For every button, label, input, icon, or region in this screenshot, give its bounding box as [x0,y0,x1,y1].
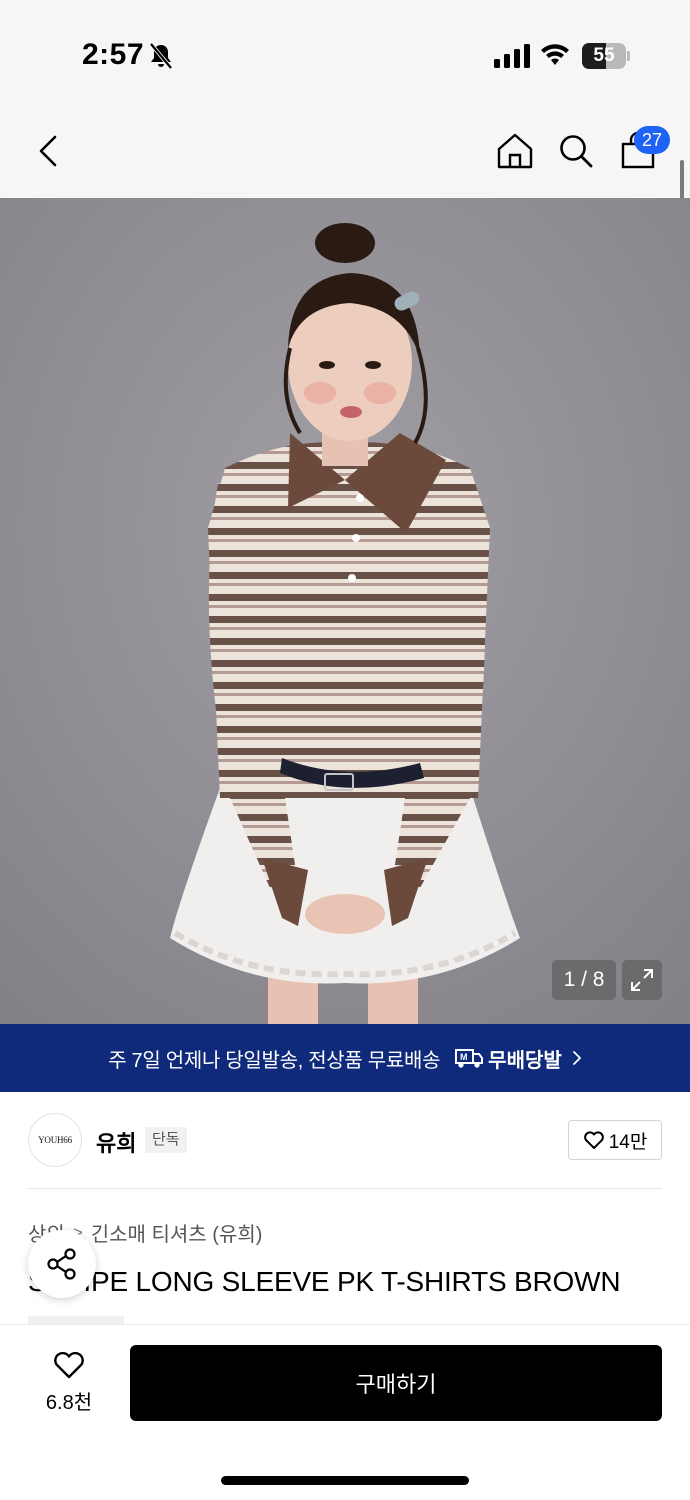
banner-logo: M 무배당발 [454,1044,562,1073]
home-icon [497,133,533,169]
brand-name[interactable]: 유희 [96,1126,136,1158]
home-indicator [221,1476,469,1485]
expand-arrows-icon [631,969,653,991]
section-divider [28,1188,662,1189]
top-nav-bar [0,100,690,198]
heart-outline-icon [583,1131,604,1149]
breadcrumb-item-category[interactable]: 긴소매 티셔츠 (유희) [91,1218,263,1247]
banner-text: 주 7일 언제나 당일발송, 전상품 무료배송 [108,1049,441,1072]
cellular-signal-icon [494,44,530,68]
svg-text:M: M [460,1052,468,1062]
product-photo [0,198,690,1024]
share-button[interactable] [28,1230,96,1298]
buy-button[interactable]: 구매하기 [130,1345,662,1421]
delivery-truck-icon: M [455,1049,484,1068]
battery-icon: 55 [582,43,630,69]
wishlist-button[interactable]: 6.8천 [28,1344,110,1420]
home-button[interactable] [493,129,537,173]
image-page-counter: 1 / 8 [552,960,616,1000]
share-icon [47,1248,76,1280]
delivery-promo-banner[interactable]: 주 7일 언제나 당일발송, 전상품 무료배송 M 무배당발 [0,1024,690,1092]
search-button[interactable] [554,129,598,173]
battery-body: 55 [582,43,626,69]
back-chevron-icon [39,135,57,167]
product-image-gallery[interactable] [0,198,690,1024]
brand-like-count: 14만 [608,1131,648,1153]
chevron-right-icon [572,1051,581,1065]
bell-muted-icon [149,42,173,70]
expand-image-button[interactable] [622,960,662,1000]
search-icon [560,135,593,168]
heart-outline-icon [54,1351,84,1378]
wishlist-count: 6.8천 [45,1391,93,1414]
banner-logo-text: 무배당발 [488,1049,562,1072]
battery-cap [627,51,630,61]
product-title: STRIPE LONG SLEEVE PK T-SHIRTS BROWN [28,1266,621,1297]
brand-like-button[interactable]: 14만 [568,1120,662,1160]
wifi-icon [541,44,569,65]
battery-percent: 55 [593,45,615,66]
brand-logo[interactable]: YOUH66 [28,1113,82,1167]
cart-count-badge: 27 [634,126,670,154]
exclusive-badge: 단독 [145,1127,187,1153]
status-bar: 2:57 55 [0,0,690,100]
brand-logo-text: YOUH66 [38,1135,72,1145]
status-time: 2:57 [82,38,145,71]
back-button[interactable] [26,129,70,173]
